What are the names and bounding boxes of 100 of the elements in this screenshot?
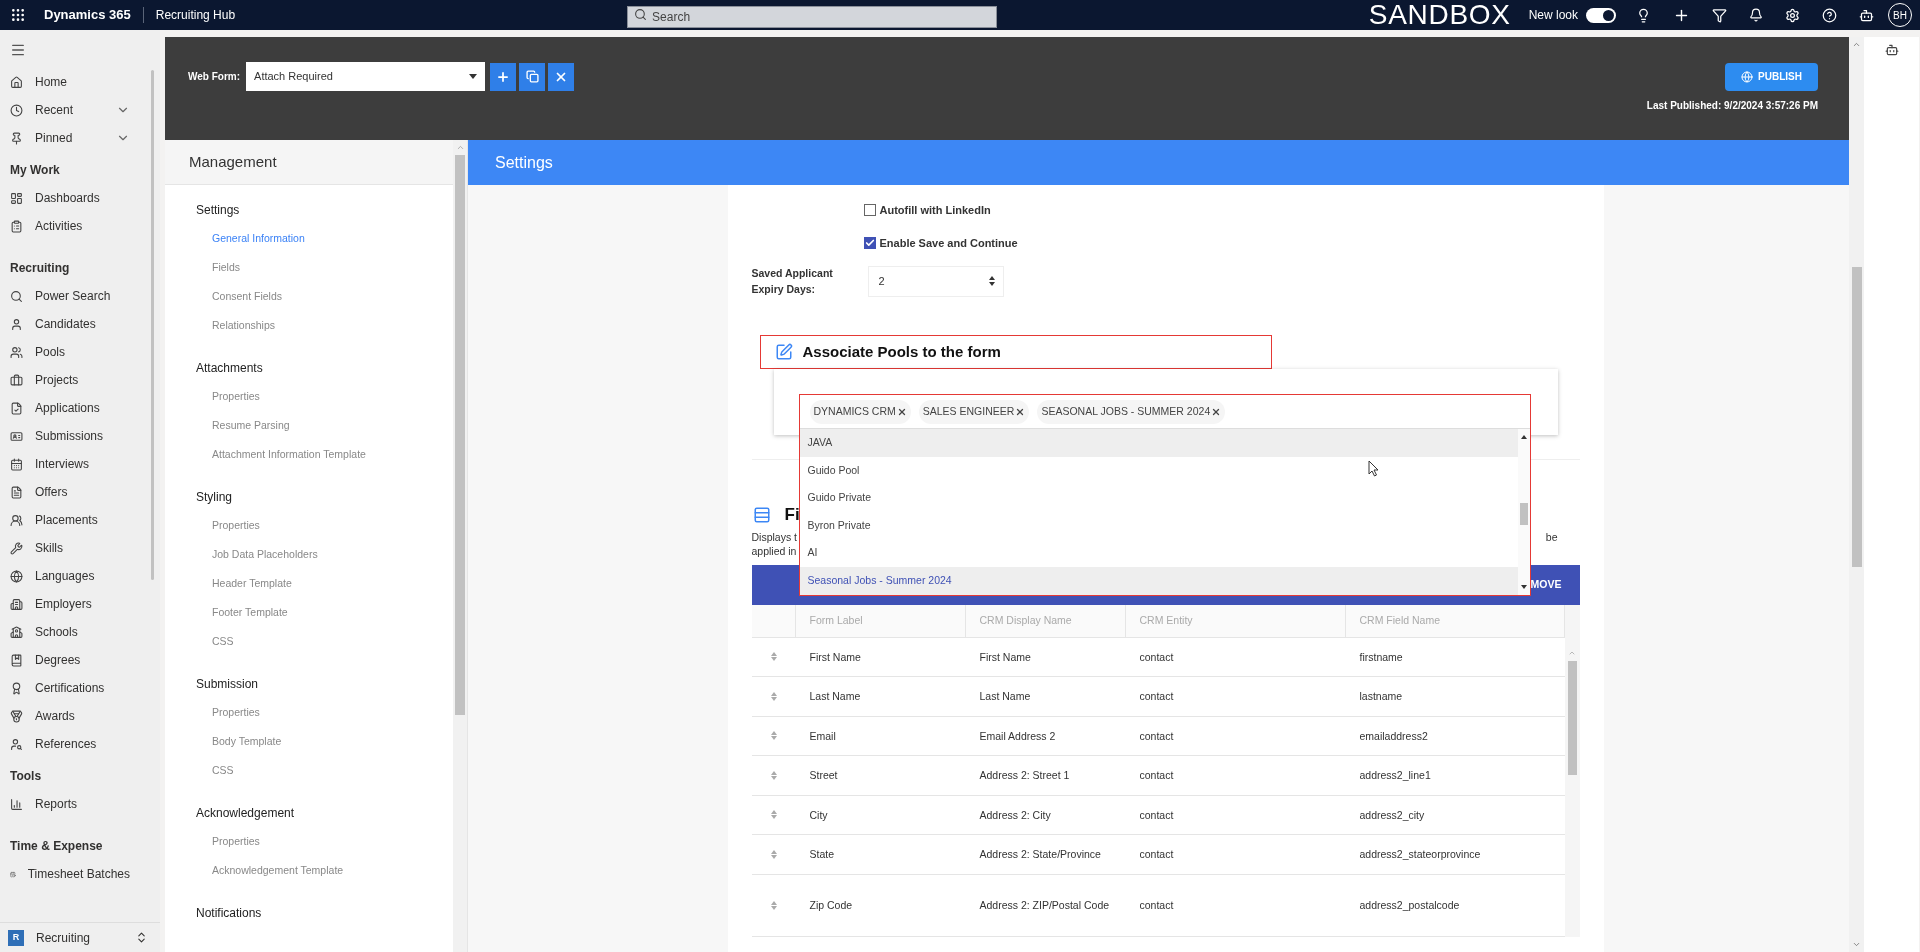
pool-option[interactable]: Byron Private: [799, 511, 1518, 540]
help-icon[interactable]: [1822, 7, 1837, 23]
nav-item[interactable]: Schools: [0, 618, 148, 646]
management-section-title: Submission: [196, 675, 260, 693]
school-icon: [10, 625, 23, 639]
area-name[interactable]: Recruiting Hub: [155, 6, 236, 24]
scrollbar-thumb[interactable]: [1851, 267, 1862, 567]
management-link[interactable]: Body Template: [196, 727, 453, 756]
management-link[interactable]: Fields: [196, 253, 453, 282]
drag-handle-icon[interactable]: [770, 731, 777, 741]
scrollbar-thumb[interactable]: [151, 70, 154, 580]
checkbox[interactable]: [863, 204, 876, 216]
remove-icon[interactable]: [896, 406, 907, 417]
pool-option[interactable]: JAVA: [799, 429, 1518, 457]
nav-item[interactable]: Reports: [0, 790, 148, 818]
pool-option[interactable]: AI: [799, 539, 1518, 567]
scroll-up-icon[interactable]: [1520, 435, 1527, 439]
nav-item[interactable]: Home: [0, 68, 148, 96]
scrollbar-thumb[interactable]: [1519, 503, 1528, 525]
pool-option[interactable]: Seasonal Jobs - Summer 2024: [799, 566, 1518, 595]
nav-item[interactable]: Candidates: [0, 310, 148, 338]
pool-option[interactable]: Guido Pool: [799, 456, 1518, 485]
scroll-down-icon[interactable]: [1520, 585, 1527, 589]
document-icon: [10, 485, 23, 499]
drag-handle-icon[interactable]: [770, 849, 777, 859]
nav-item[interactable]: Pinned: [0, 124, 148, 152]
management-link[interactable]: CSS: [196, 756, 453, 785]
nav-item[interactable]: Timesheet Batches: [0, 860, 148, 888]
remove-icon[interactable]: [1015, 406, 1026, 417]
pool-chip[interactable]: SALES ENGINEER: [918, 399, 1030, 424]
pool-chip[interactable]: SEASONAL JOBS - SUMMER 2024: [1037, 399, 1226, 424]
assistant-icon[interactable]: [1884, 43, 1899, 57]
scrollbar-thumb[interactable]: [455, 155, 465, 715]
add-form-button[interactable]: [490, 62, 517, 91]
scrollbar-thumb[interactable]: [1567, 660, 1577, 775]
bell-icon[interactable]: [1749, 8, 1763, 22]
pool-option[interactable]: Guido Private: [799, 484, 1518, 512]
drag-handle-icon[interactable]: [770, 900, 777, 910]
table-cell-text: Email Address 2: [979, 728, 1056, 744]
area-switcher[interactable]: R Recruiting: [0, 922, 160, 952]
nav-item[interactable]: Certifications: [0, 674, 148, 702]
search-field[interactable]: Search: [627, 6, 998, 28]
nav-item[interactable]: Languages: [0, 562, 148, 590]
nav-item[interactable]: Placements: [0, 506, 148, 534]
menu-icon[interactable]: [10, 42, 26, 58]
nav-item[interactable]: Recent: [0, 96, 148, 124]
expiry-days-field[interactable]: 2: [867, 265, 1004, 297]
lightbulb-icon[interactable]: [1636, 7, 1651, 23]
management-link[interactable]: Header Template: [196, 569, 453, 598]
drag-handle-icon[interactable]: [770, 652, 777, 662]
web-form-select[interactable]: Attach Required: [246, 62, 486, 91]
filter-icon[interactable]: [1712, 7, 1727, 23]
management-link[interactable]: Properties: [196, 511, 453, 540]
management-header: Management: [165, 140, 453, 185]
drag-handle-icon[interactable]: [770, 810, 777, 820]
nav-item[interactable]: Employers: [0, 590, 148, 618]
management-link[interactable]: Consent Fields: [196, 282, 453, 311]
copy-form-button[interactable]: [519, 62, 546, 91]
table-cell-text: address2_line1: [1359, 768, 1431, 784]
toolbar-button[interactable]: MOVE: [1530, 576, 1562, 593]
management-link[interactable]: Resume Parsing: [196, 411, 453, 440]
nav-item[interactable]: Dashboards: [0, 184, 148, 212]
drag-handle-icon[interactable]: [770, 691, 777, 701]
nav-item[interactable]: Awards: [0, 702, 148, 730]
new-look-toggle[interactable]: [1586, 7, 1616, 23]
settings-icon[interactable]: [1785, 7, 1800, 23]
drag-handle-icon[interactable]: [770, 770, 777, 780]
management-link[interactable]: Relationships: [196, 311, 453, 340]
remove-icon[interactable]: [1211, 406, 1222, 417]
assistant-icon[interactable]: [1859, 7, 1874, 23]
checkbox[interactable]: [863, 237, 876, 249]
management-link[interactable]: General Information: [196, 224, 453, 253]
spinner-icon[interactable]: [988, 276, 995, 286]
nav-item[interactable]: Activities: [0, 212, 148, 240]
nav-item[interactable]: Pools: [0, 338, 148, 366]
pools-multiselect[interactable]: DYNAMICS CRM SALES ENGINEER SEASONAL JOBS - SUMMER 2024 JAVA Guido Pool Guido Private Byron Private AI Seasonal Jobs - Summer 2024: [798, 394, 1531, 596]
app-launcher-icon[interactable]: [10, 7, 26, 23]
management-link[interactable]: Acknowledgement Template: [196, 856, 453, 885]
management-section-title: Notifications: [196, 904, 263, 922]
nav-item[interactable]: Interviews: [0, 450, 148, 478]
nav-item[interactable]: Skills: [0, 534, 148, 562]
nav-item[interactable]: Applications: [0, 394, 148, 422]
table-cell-text: Last Name: [809, 689, 861, 705]
nav-item[interactable]: Degrees: [0, 646, 148, 674]
nav-item[interactable]: Projects: [0, 366, 148, 394]
management-link[interactable]: Attachment Information Template: [196, 440, 453, 469]
pool-chip[interactable]: DYNAMICS CRM: [809, 399, 911, 424]
management-link[interactable]: Job Data Placeholders: [196, 540, 453, 569]
management-link[interactable]: Properties: [196, 827, 453, 856]
nav-item[interactable]: Offers: [0, 478, 148, 506]
management-link[interactable]: CSS: [196, 627, 453, 656]
management-link[interactable]: Properties: [196, 698, 453, 727]
nav-item[interactable]: References: [0, 730, 148, 758]
nav-item[interactable]: Submissions: [0, 422, 148, 450]
table-cell-text: contact: [1139, 768, 1174, 784]
management-link[interactable]: Properties: [196, 382, 453, 411]
app-name[interactable]: Dynamics 365: [44, 5, 131, 25]
delete-form-button[interactable]: [548, 62, 575, 91]
management-link[interactable]: Footer Template: [196, 598, 453, 627]
nav-item[interactable]: Power Search: [0, 282, 148, 310]
